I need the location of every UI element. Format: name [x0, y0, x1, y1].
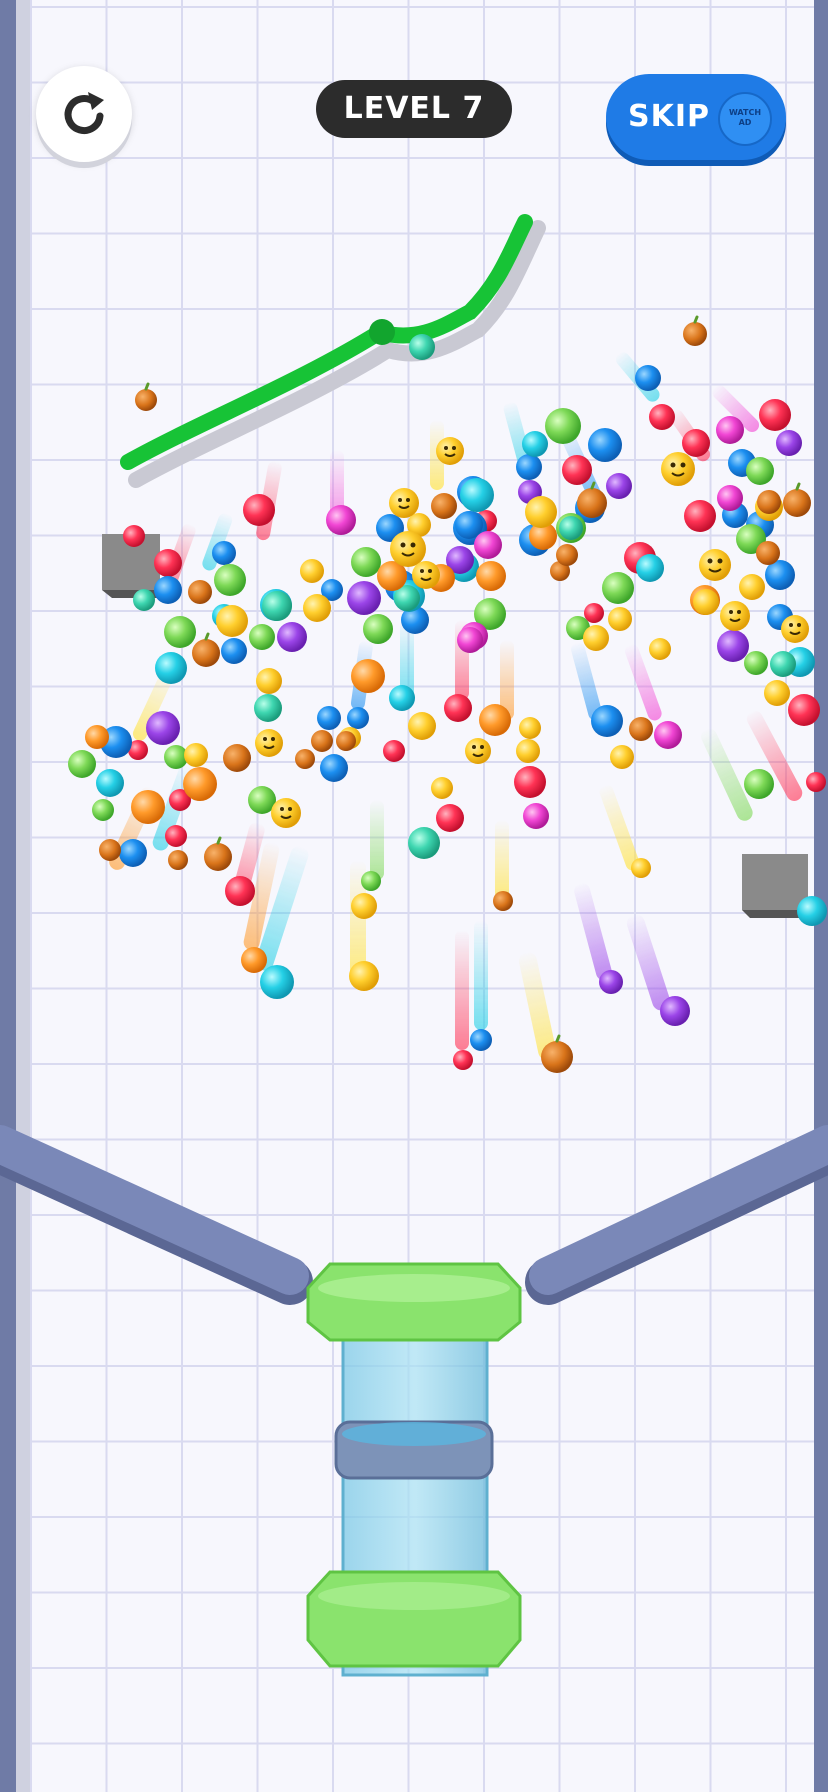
right-ramp	[525, 1125, 828, 1305]
watch-ad-line2: AD	[738, 118, 752, 127]
skip-label: SKIP	[628, 99, 711, 134]
watch-ad-line1: WATCH	[728, 108, 762, 117]
restart-icon	[64, 92, 104, 135]
watch-ad-badge: WATCH AD	[718, 92, 772, 146]
game-scene	[0, 214, 828, 1677]
restart-button[interactable]	[36, 66, 132, 162]
level-indicator: LEVEL 7	[316, 80, 512, 138]
collection-cup	[306, 1262, 522, 1677]
drawn-line	[120, 214, 546, 488]
skip-button[interactable]: SKIP WATCH AD	[606, 74, 786, 160]
left-ramp	[0, 1125, 313, 1305]
